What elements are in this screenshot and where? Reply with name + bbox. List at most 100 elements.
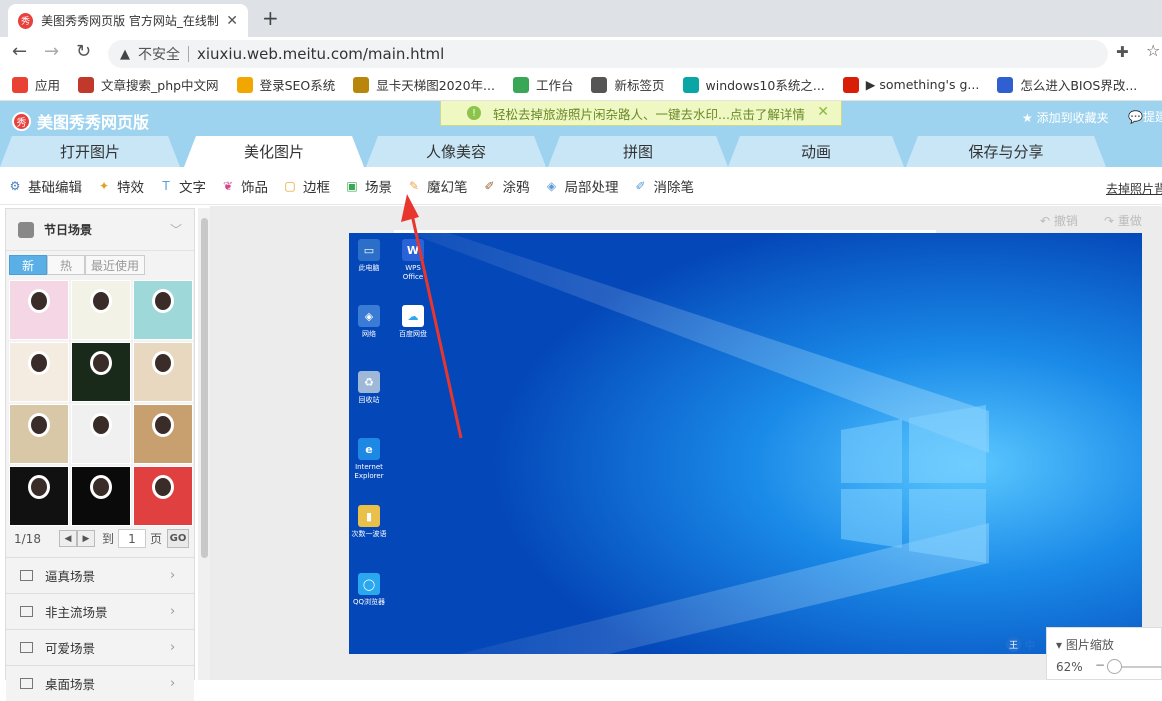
desktop-icon-label: 此电脑 xyxy=(358,264,380,272)
bookmark-item[interactable]: 显卡天梯图2020年... xyxy=(353,75,495,94)
browser-toolbar: ← → ↻ ▲ 不安全 xiuxiu.web.meitu.com/main.ht… xyxy=(0,37,1162,69)
go-button[interactable]: GO xyxy=(166,529,189,548)
tool-magic-wand[interactable]: ✦ 特效 xyxy=(97,176,144,196)
category-image-icon xyxy=(20,606,33,617)
warning-triangle-icon[interactable]: ▲ xyxy=(120,47,130,62)
close-promo-icon[interactable]: ✕ xyxy=(817,104,829,120)
promo-text[interactable]: 轻松去掉旅游照片闲杂路人、一键去水印...点击了解详情 xyxy=(493,104,805,123)
scene-category[interactable]: 可爱场景 › xyxy=(6,629,194,665)
scene-subtabs: 新热最近使用 xyxy=(9,255,145,275)
back-arrow-icon[interactable]: ← xyxy=(12,41,27,62)
prev-page-icon[interactable]: ◀ xyxy=(58,530,77,547)
scene-subtab[interactable]: 热 xyxy=(47,255,85,275)
chevron-down-icon[interactable]: ﹀ xyxy=(170,221,182,238)
bookmark-item[interactable]: 新标签页 xyxy=(591,75,665,94)
remove-background-link[interactable]: 去掉照片背 xyxy=(1106,180,1162,197)
bookmark-label: 新标签页 xyxy=(614,78,665,93)
scene-thumbnail[interactable] xyxy=(133,342,193,402)
close-tab-icon[interactable]: ✕ xyxy=(226,13,238,29)
page-input[interactable]: 1 xyxy=(117,529,146,548)
bookmark-item[interactable]: ▶ something's g... xyxy=(842,76,979,93)
desktop-app-icon: ◈ xyxy=(358,305,380,327)
bookmark-label: 怎么进入BIOS界改... xyxy=(1020,78,1138,93)
scene-subtab[interactable]: 新 xyxy=(9,255,47,275)
main-tab[interactable]: 美化图片 xyxy=(184,136,364,167)
main-tab[interactable]: 动画 xyxy=(728,136,904,167)
undo-button[interactable]: ↶ 撤销 xyxy=(1040,212,1078,229)
sliders-icon: ⚙ xyxy=(9,178,21,193)
scene-thumbnail[interactable] xyxy=(71,404,131,464)
scene-thumbnail[interactable] xyxy=(133,280,193,340)
scene-subtab[interactable]: 最近使用 xyxy=(85,255,145,275)
tool-scene-image[interactable]: ▣ 场景 xyxy=(345,176,392,196)
brush-icon: ✐ xyxy=(484,178,495,193)
tool-local-edit[interactable]: ◈ 局部处理 xyxy=(545,176,619,196)
app-logo[interactable]: 秀 美图秀秀网页版 xyxy=(12,109,149,133)
main-tab[interactable]: 打开图片 xyxy=(0,136,180,167)
category-label: 可爱场景 xyxy=(45,641,96,656)
promo-banner[interactable]: ! 轻松去掉旅游照片闲杂路人、一键去水印...点击了解详情 ✕ xyxy=(440,101,842,126)
extensions-puzzle-icon[interactable]: ✚ xyxy=(1116,43,1129,61)
undo-label: 撤销 xyxy=(1053,214,1078,228)
scene-category[interactable]: 非主流场景 › xyxy=(6,593,194,629)
tool-label: 饰品 xyxy=(241,179,268,196)
main-tab[interactable]: 人像美容 xyxy=(366,136,546,167)
bookmark-item[interactable]: 怎么进入BIOS界改... xyxy=(997,75,1137,94)
url-text[interactable]: xiuxiu.web.meitu.com/main.html xyxy=(197,45,444,63)
address-bar[interactable]: ▲ 不安全 xiuxiu.web.meitu.com/main.html xyxy=(108,40,1108,68)
arrow-shaft xyxy=(409,209,463,439)
main-tab[interactable]: 保存与分享 xyxy=(906,136,1106,167)
bookmark-item[interactable]: windows10系统之... xyxy=(682,75,825,94)
add-favorite-link[interactable]: ★ 添加到收藏夹 xyxy=(1022,109,1109,126)
scene-category[interactable]: 桌面场景 › xyxy=(6,665,194,701)
desktop-icon[interactable]: ▭ 此电脑 xyxy=(351,239,387,273)
scene-thumbnail[interactable] xyxy=(71,280,131,340)
bookmark-label: 工作台 xyxy=(535,78,574,93)
tool-text-t[interactable]: T 文字 xyxy=(159,176,206,196)
security-status[interactable]: 不安全 xyxy=(138,44,180,64)
scene-thumbnail[interactable] xyxy=(9,404,69,464)
scene-category[interactable]: 逼真场景 › xyxy=(6,557,194,593)
redo-button[interactable]: ↷ 重做 xyxy=(1104,212,1142,229)
panel-header[interactable]: 节日场景 ﹀ xyxy=(6,209,194,251)
category-image-icon xyxy=(20,642,33,653)
bookmark-item[interactable]: 工作台 xyxy=(512,75,574,94)
new-tab-button[interactable]: + xyxy=(262,6,279,30)
next-page-icon[interactable]: ▶ xyxy=(76,530,95,547)
feedback-link[interactable]: 💬提建 xyxy=(1128,108,1162,125)
zoom-out-icon[interactable]: − xyxy=(1095,658,1105,672)
desktop-icon[interactable]: ◈ 网络 xyxy=(351,305,387,339)
scene-thumbnail[interactable] xyxy=(9,342,69,402)
forward-arrow-icon[interactable]: → xyxy=(44,41,59,62)
bookmark-item[interactable]: 文章搜索_php中文网 xyxy=(78,75,219,94)
tool-eraser-pen[interactable]: ✐ 消除笔 xyxy=(634,176,694,196)
desktop-icon[interactable]: ▮ 次数一波语 xyxy=(351,505,387,539)
scrollbar-thumb[interactable] xyxy=(201,218,208,558)
scene-thumbnail[interactable] xyxy=(71,342,131,402)
scene-thumbnail[interactable] xyxy=(71,466,131,526)
tool-frame[interactable]: ▢ 边框 xyxy=(283,176,330,196)
tool-brush[interactable]: ✐ 涂鸦 xyxy=(483,176,529,196)
ime-indicator[interactable]: 王 中 xyxy=(1006,637,1035,652)
zoom-header[interactable]: ▾ 图片缩放 xyxy=(1056,636,1114,653)
main-tab[interactable]: 拼图 xyxy=(548,136,728,167)
desktop-icon[interactable]: ♻ 回收站 xyxy=(351,371,387,405)
address-divider xyxy=(188,46,189,62)
bookmark-item[interactable]: 登录SEO系统 xyxy=(236,75,335,94)
tool-sliders[interactable]: ⚙ 基础编辑 xyxy=(8,176,82,196)
bookmarks-bar: 应用 文章搜索_php中文网 登录SEO系统 显卡天梯图2020年... 工作台 新标签页… xyxy=(0,69,1162,101)
scene-thumbnail[interactable] xyxy=(133,466,193,526)
scene-thumbnail[interactable] xyxy=(9,466,69,526)
desktop-icon[interactable]: ◯ QQ浏览器 xyxy=(351,573,387,607)
zoom-slider-knob[interactable] xyxy=(1107,659,1122,674)
desktop-icon[interactable]: e Internet Explorer xyxy=(351,438,387,481)
scene-thumbnail[interactable] xyxy=(9,280,69,340)
bookmark-item[interactable]: 应用 xyxy=(12,75,60,94)
browser-tab[interactable]: 秀 美图秀秀网页版 官方网站_在线制 ✕ xyxy=(8,4,248,37)
bookmark-star-icon[interactable]: ☆ xyxy=(1146,41,1160,60)
reload-icon[interactable]: ↻ xyxy=(76,41,91,62)
u-logo-icon xyxy=(682,76,699,93)
panel-scrollbar[interactable] xyxy=(198,208,210,680)
scene-thumbnail[interactable] xyxy=(133,404,193,464)
tool-accessory[interactable]: ❦ 饰品 xyxy=(221,176,268,196)
